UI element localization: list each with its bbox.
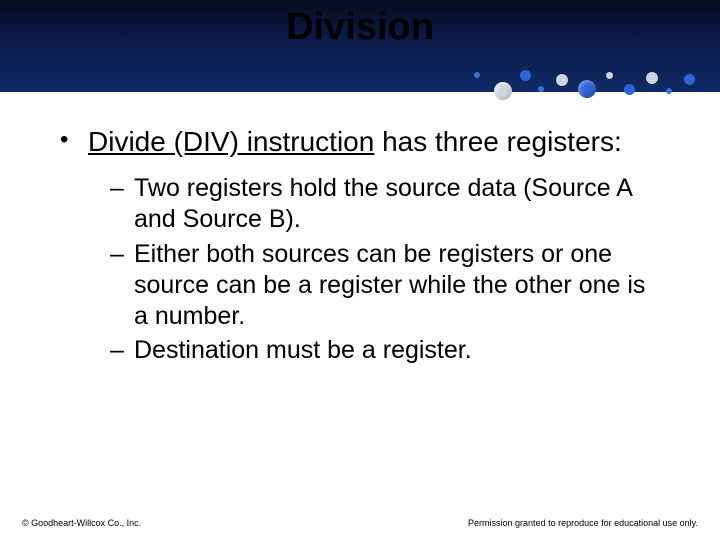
sub-bullet: – Two registers hold the source data (So…	[110, 173, 660, 236]
permission-text: Permission granted to reproduce for educ…	[468, 518, 698, 528]
decorative-circles	[460, 66, 720, 106]
copyright-text: © Goodheart-Willcox Co., Inc.	[22, 518, 141, 528]
main-bullet-text: Divide (DIV) instruction has three regis…	[88, 124, 660, 159]
dash-marker: –	[110, 335, 134, 366]
sub-bullet-text: Either both sources can be registers or …	[134, 239, 660, 333]
dash-marker: –	[110, 173, 134, 236]
main-bullet: • Divide (DIV) instruction has three reg…	[60, 124, 660, 159]
slide-footer: © Goodheart-Willcox Co., Inc. Permission…	[22, 518, 698, 528]
sub-bullet: – Either both sources can be registers o…	[110, 239, 660, 333]
slide-title: Division	[0, 6, 720, 49]
main-underline: Divide (DIV) instruction	[88, 126, 374, 157]
sub-bullet: – Destination must be a register.	[110, 335, 660, 366]
dash-marker: –	[110, 239, 134, 333]
slide-header: Division	[0, 0, 720, 92]
sub-bullet-list: – Two registers hold the source data (So…	[110, 173, 660, 367]
bullet-marker: •	[60, 124, 88, 159]
main-rest: has three registers:	[374, 126, 621, 157]
sub-bullet-text: Two registers hold the source data (Sour…	[134, 173, 660, 236]
slide-content: • Divide (DIV) instruction has three reg…	[0, 92, 720, 367]
sub-bullet-text: Destination must be a register.	[134, 335, 660, 366]
